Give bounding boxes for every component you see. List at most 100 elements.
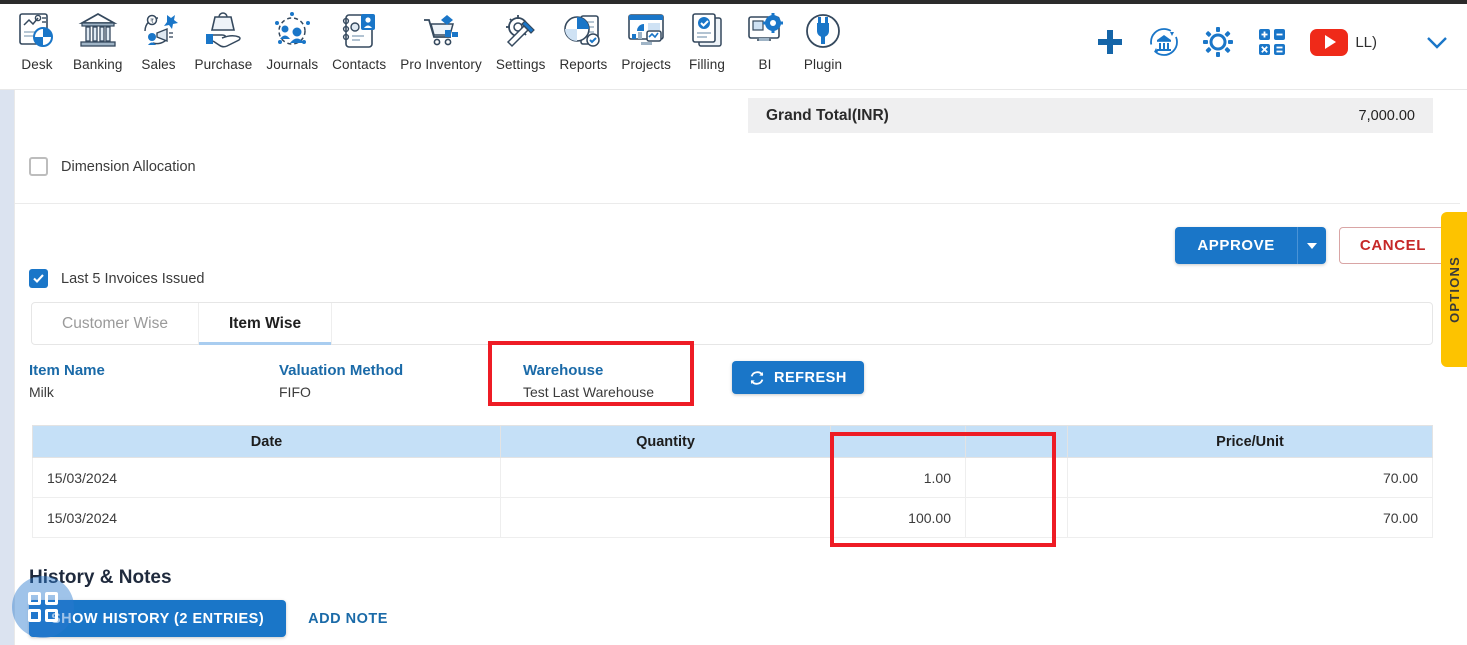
nav-item-purchase[interactable]: Purchase xyxy=(188,8,260,72)
dimension-allocation-checkbox[interactable] xyxy=(29,157,48,176)
nav-label-pro-inventory: Pro Inventory xyxy=(400,57,482,72)
plugin-plug-icon xyxy=(806,14,840,48)
nav-label-desk: Desk xyxy=(21,57,53,72)
top-navigation-bar: Desk Banking ₹ Sales Purchase Journals C… xyxy=(0,0,1467,90)
svg-text:₹: ₹ xyxy=(150,18,154,25)
youtube-icon xyxy=(1310,28,1349,56)
cell-quantity: 1.00 xyxy=(830,457,966,498)
window-top-edge xyxy=(0,0,1467,4)
item-ledger-table: Date Quantity Price/Unit 15/03/2024 1.00… xyxy=(32,425,1433,538)
nav-label-banking: Banking xyxy=(73,57,123,72)
purchase-hand-bag-icon xyxy=(206,12,242,48)
form-action-buttons: APPROVE CANCEL xyxy=(1175,227,1447,264)
nav-item-sales[interactable]: ₹ Sales xyxy=(130,8,188,72)
topbar-right-actions: LL) xyxy=(1094,26,1453,58)
add-plus-icon[interactable] xyxy=(1094,26,1126,58)
nav-item-settings[interactable]: Settings xyxy=(489,8,553,72)
column-header-quantity: Quantity xyxy=(500,425,831,458)
nav-item-projects[interactable]: Projects xyxy=(614,8,678,72)
nav-item-contacts[interactable]: Contacts xyxy=(325,8,393,72)
dimension-allocation-row[interactable]: Dimension Allocation xyxy=(29,157,196,176)
approve-button[interactable]: APPROVE xyxy=(1175,227,1297,264)
tab-customer-wise[interactable]: Customer Wise xyxy=(32,303,199,344)
nav-item-reports[interactable]: Reports xyxy=(552,8,614,72)
history-actions: SHOW HISTORY (2 ENTRIES) ADD NOTE xyxy=(29,600,388,637)
settings-gear-wrench-icon xyxy=(505,15,535,48)
nav-label-purchase: Purchase xyxy=(194,57,253,72)
cell-quantity: 100.00 xyxy=(830,497,966,538)
nav-item-bi[interactable]: BI xyxy=(736,8,794,72)
cell-date: 15/03/2024 xyxy=(32,457,501,498)
nav-label-filling: Filling xyxy=(689,57,725,72)
nav-item-filling[interactable]: Filling xyxy=(678,8,736,72)
cell-price-unit: 70.00 xyxy=(1067,497,1433,538)
field-item-name-value: Milk xyxy=(29,384,54,400)
refresh-button[interactable]: REFRESH xyxy=(732,361,864,394)
nav-label-bi: BI xyxy=(758,57,772,72)
nav-item-journals[interactable]: Journals xyxy=(259,8,325,72)
filling-documents-icon xyxy=(692,13,722,47)
last-5-invoices-checkbox[interactable] xyxy=(29,269,48,288)
inventory-cart-icon xyxy=(424,15,459,46)
grand-total-label: Grand Total(INR) xyxy=(766,106,889,124)
field-warehouse: Warehouse Test Last Warehouse xyxy=(523,362,654,400)
field-valuation-method: Valuation Method FIFO xyxy=(279,362,403,400)
reports-piechart-icon xyxy=(564,15,601,47)
accessibility-widget-button[interactable] xyxy=(12,576,74,638)
bank-refresh-icon[interactable] xyxy=(1148,26,1180,58)
desk-dashboard-icon xyxy=(19,13,53,47)
nav-label-contacts: Contacts xyxy=(332,57,387,72)
cell-price-unit: 70.00 xyxy=(1067,457,1433,498)
cell-spacer xyxy=(965,497,1068,538)
nav-item-desk[interactable]: Desk xyxy=(8,8,66,72)
grand-total-value: 7,000.00 xyxy=(1358,107,1415,124)
sales-megaphone-icon: ₹ xyxy=(143,14,178,45)
main-nav-items: Desk Banking ₹ Sales Purchase Journals C… xyxy=(0,0,852,72)
contacts-notebook-icon xyxy=(343,14,376,48)
bank-building-icon xyxy=(78,12,118,47)
column-header-date: Date xyxy=(32,425,501,458)
accessibility-grid-icon xyxy=(28,592,58,622)
nav-label-plugin: Plugin xyxy=(803,57,843,72)
calculator-icon[interactable] xyxy=(1256,26,1288,58)
nav-label-projects: Projects xyxy=(621,57,671,72)
chevron-down-icon[interactable] xyxy=(1421,26,1453,58)
cell-quantity-blank xyxy=(500,457,831,498)
cell-quantity-blank xyxy=(500,497,831,538)
chevron-down-icon xyxy=(1306,242,1317,249)
nav-item-plugin[interactable]: Plugin xyxy=(794,8,852,72)
journals-people-gear-icon xyxy=(275,12,311,45)
nav-item-pro-inventory[interactable]: Pro Inventory xyxy=(393,8,489,72)
field-item-name: Item Name Milk xyxy=(29,362,105,400)
last-5-invoices-label: Last 5 Invoices Issued xyxy=(61,270,205,287)
approve-dropdown-button[interactable] xyxy=(1296,227,1326,264)
approve-button-group: APPROVE xyxy=(1175,227,1326,264)
nav-label-settings: Settings xyxy=(495,57,546,72)
table-row: 15/03/2024 1.00 70.00 xyxy=(32,457,1433,498)
tabs-container: Customer Wise Item Wise xyxy=(31,302,1433,345)
options-side-tab-label: OPTIONS xyxy=(1446,256,1462,323)
youtube-link[interactable]: LL) xyxy=(1310,28,1377,56)
page-content: Grand Total(INR) 7,000.00 Dimension Allo… xyxy=(15,90,1467,645)
youtube-label: LL) xyxy=(1355,33,1377,51)
field-warehouse-label: Warehouse xyxy=(523,362,604,379)
cancel-button[interactable]: CANCEL xyxy=(1338,227,1447,264)
column-header-blank-2 xyxy=(965,425,1068,458)
nav-item-banking[interactable]: Banking xyxy=(66,8,130,72)
options-side-tab[interactable]: OPTIONS xyxy=(1441,212,1467,367)
grand-total-row: Grand Total(INR) 7,000.00 xyxy=(748,98,1433,133)
tab-item-wise[interactable]: Item Wise xyxy=(198,303,333,345)
dimension-allocation-label: Dimension Allocation xyxy=(61,158,196,175)
item-detail-fields: Item Name Milk Valuation Method FIFO War… xyxy=(29,362,1429,412)
refresh-icon xyxy=(750,370,764,385)
last-5-invoices-row[interactable]: Last 5 Invoices Issued xyxy=(29,269,204,288)
cell-date: 15/03/2024 xyxy=(32,497,501,538)
refresh-button-label: REFRESH xyxy=(774,369,847,386)
add-note-button[interactable]: ADD NOTE xyxy=(308,611,388,627)
settings-gear-icon[interactable] xyxy=(1202,26,1234,58)
field-item-name-label: Item Name xyxy=(29,362,105,379)
field-warehouse-value: Test Last Warehouse xyxy=(523,384,654,400)
section-divider xyxy=(15,203,1460,204)
bi-monitor-gear-icon xyxy=(748,13,783,41)
cell-spacer xyxy=(965,457,1068,498)
